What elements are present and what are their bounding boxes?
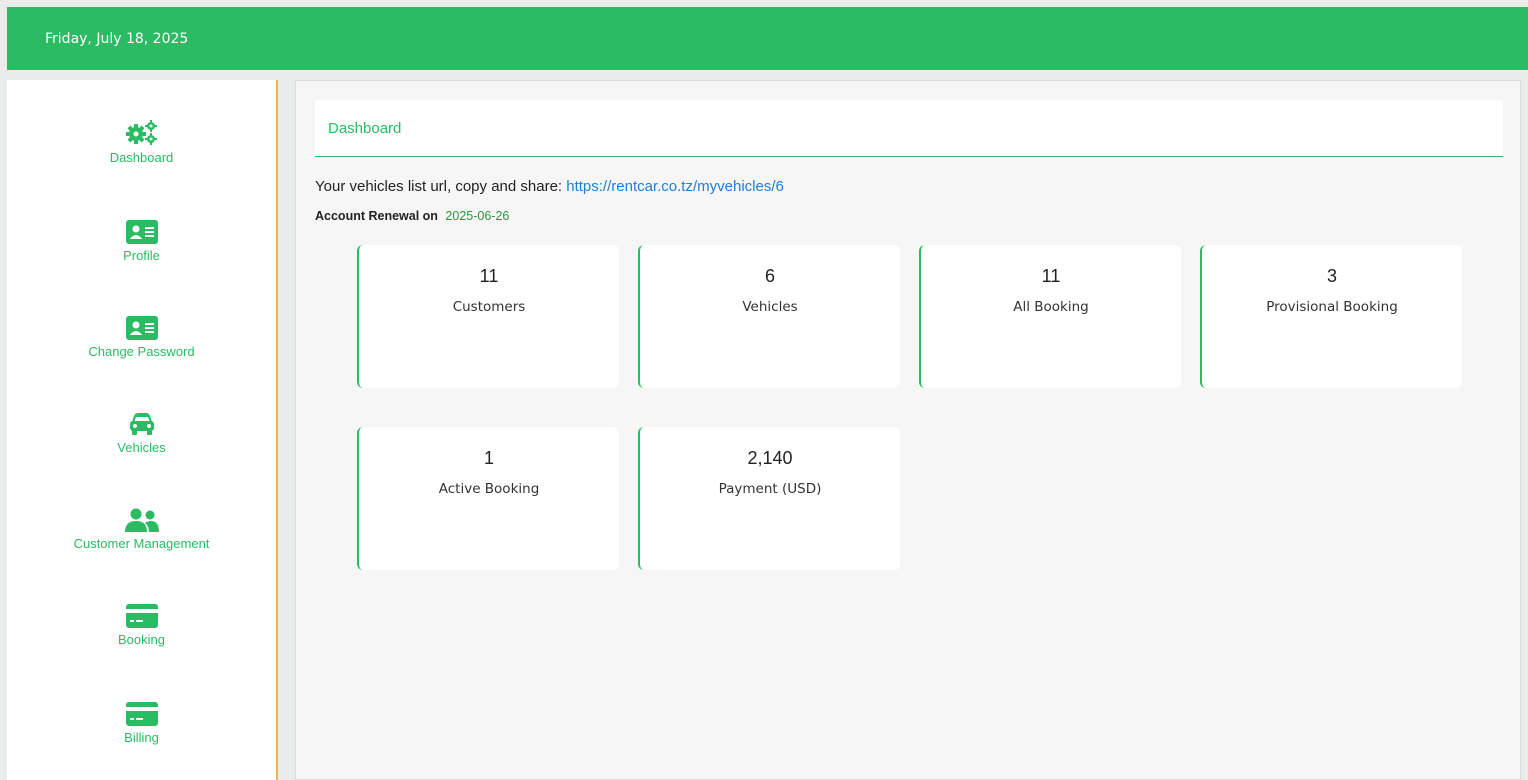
credit-card-icon	[125, 602, 158, 628]
stat-label: All Booking	[1013, 299, 1089, 315]
sidebar-item-label: Vehicles	[117, 440, 166, 455]
stat-card-payment[interactable]: 2,140 Payment (USD)	[638, 427, 900, 570]
renewal-date: 2025-06-26	[445, 209, 510, 223]
id-card-icon	[125, 218, 158, 244]
sidebar-item-label: Booking	[118, 632, 165, 647]
stat-value: 11	[479, 266, 499, 286]
current-date: Friday, July 18, 2025	[45, 30, 189, 47]
stat-label: Vehicles	[742, 299, 798, 315]
sidebar-item-label: Dashboard	[109, 150, 174, 165]
sidebar-item-booking[interactable]: Booking	[7, 602, 276, 647]
users-icon	[124, 506, 160, 532]
stat-card-all-booking[interactable]: 11 All Booking	[919, 245, 1181, 388]
url-prefix-text: Your vehicles list url, copy and share:	[315, 178, 563, 195]
sidebar-item-vehicles[interactable]: Vehicles	[7, 410, 276, 455]
sidebar-item-profile[interactable]: Profile	[7, 218, 276, 263]
sidebar-item-label: Profile	[123, 248, 160, 263]
page-title: Dashboard	[328, 119, 402, 137]
stat-value: 6	[764, 266, 775, 286]
stat-value: 1	[483, 448, 494, 468]
sidebar-item-change-password[interactable]: Change Password	[7, 314, 276, 359]
stat-value: 11	[1041, 266, 1061, 286]
vehicles-list-link[interactable]: https://rentcar.co.tz/myvehicles/6	[566, 178, 784, 195]
vehicles-url-line: Your vehicles list url, copy and share: …	[315, 178, 784, 195]
account-renewal-line: Account Renewal on 2025-06-26	[315, 209, 509, 223]
cogs-icon	[125, 120, 159, 146]
stat-card-customers[interactable]: 11 Customers	[357, 245, 619, 388]
stat-value: 2,140	[747, 448, 793, 468]
renewal-label: Account Renewal on	[315, 209, 438, 223]
stat-label: Active Booking	[438, 481, 540, 497]
stat-value: 3	[1326, 266, 1337, 286]
stat-label: Customers	[452, 299, 526, 315]
main-content: Dashboard Your vehicles list url, copy a…	[295, 80, 1521, 780]
top-bar: Friday, July 18, 2025	[7, 7, 1528, 70]
sidebar-item-dashboard[interactable]: Dashboard	[7, 120, 276, 165]
stat-card-vehicles[interactable]: 6 Vehicles	[638, 245, 900, 388]
stat-label: Payment (USD)	[718, 481, 822, 497]
stat-card-active-booking[interactable]: 1 Active Booking	[357, 427, 619, 570]
sidebar: Dashboard Profile Change Password Vehicl…	[7, 80, 278, 780]
stat-card-provisional-booking[interactable]: 3 Provisional Booking	[1200, 245, 1462, 388]
sidebar-item-label: Change Password	[88, 344, 195, 359]
sidebar-item-label: Billing	[124, 730, 159, 745]
credit-card-icon	[125, 700, 158, 726]
sidebar-item-billing[interactable]: Billing	[7, 700, 276, 745]
sidebar-item-label: Customer Management	[73, 536, 210, 551]
id-card-icon	[125, 314, 158, 340]
page-title-bar: Dashboard	[315, 100, 1503, 157]
sidebar-item-customer-management[interactable]: Customer Management	[7, 506, 276, 551]
stat-label: Provisional Booking	[1266, 299, 1398, 315]
car-icon	[128, 410, 156, 436]
